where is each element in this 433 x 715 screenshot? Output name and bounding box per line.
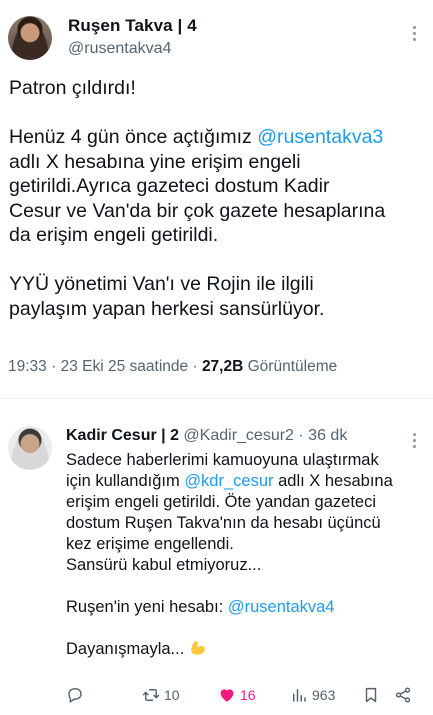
text-segment: adlı X hesabına	[273, 472, 393, 490]
bookmark-icon	[365, 687, 377, 703]
text-line: paylaşım yapan herkesi sansürlüyor.	[9, 297, 424, 322]
text-segment: Cesur ve Van'da bir çok gazete hesapları…	[9, 199, 386, 222]
text-line: erişim engeli getirildi. Öte yandan gaze…	[66, 492, 422, 513]
text-line: Ruşen'in yeni hesabı: @rusentakva4	[66, 597, 422, 618]
retweet-count: 10	[164, 687, 180, 703]
text-segment: paylaşım yapan herkesi sansürlüyor.	[9, 297, 325, 320]
text-segment: Sansürü kabul etmiyoruz...	[66, 556, 262, 574]
reply-actions: 10 16 963	[66, 686, 422, 710]
text-line: adlı X hesabına yine erişim engeli	[9, 150, 424, 175]
heart-icon	[220, 689, 234, 702]
text-segment: Ruşen'in yeni hesabı:	[66, 598, 228, 616]
views-button[interactable]: 963	[290, 686, 335, 704]
text-line: dostum Ruşen Takva'nın da hesabı üçüncü	[66, 513, 422, 534]
reply-age[interactable]: 36 dk	[308, 427, 347, 444]
reply-separator: ·	[298, 427, 304, 444]
text-segment: Dayanışmayla...	[66, 640, 189, 658]
author-name[interactable]: Ruşen Takva | 4	[68, 16, 197, 36]
text-line: Patron çıldırdı!	[9, 76, 424, 101]
text-line: getirildi.Ayrıca gazeteci dostum Kadir	[9, 174, 424, 199]
like-button[interactable]: 16	[218, 686, 256, 704]
retweet-button[interactable]: 10	[142, 686, 180, 704]
share-icon	[395, 687, 411, 703]
text-segment: için kullandığım	[66, 472, 185, 490]
reply-author-name[interactable]: Kadir Cesur | 2	[66, 427, 179, 444]
text-line: Henüz 4 gün önce açtığımız @rusentakva3	[9, 125, 424, 150]
text-segment: dostum Ruşen Takva'nın da hesabı üçüncü	[66, 514, 381, 532]
views-label: Görüntüleme	[247, 358, 338, 375]
reply-author-handle[interactable]: @Kadir_cesur2	[183, 427, 294, 444]
author-avatar[interactable]	[8, 16, 52, 60]
mention-link[interactable]: @rusentakva3	[257, 126, 383, 148]
like-count: 16	[240, 687, 256, 703]
meta-separator: ·	[192, 358, 198, 375]
views-count: 27,2B	[201, 358, 244, 375]
author-handle[interactable]: @rusentakva4	[68, 40, 171, 58]
text-segment: da erişim engeli getirildi.	[9, 224, 219, 246]
text-line: Cesur ve Van'da bir çok gazete hesapları…	[9, 199, 424, 224]
flexed-biceps-icon	[191, 641, 205, 655]
text-line: Dayanışmayla...	[66, 639, 422, 660]
text-segment: adlı X hesabına yine erişim engeli	[9, 150, 301, 173]
reply-button[interactable]	[66, 686, 88, 704]
text-line: kez erişime engellendi.	[66, 534, 422, 555]
share-button[interactable]	[394, 686, 412, 704]
reply-text: Sadece haberlerimi kamuoyuna ulaştırmak i…	[66, 450, 422, 660]
text-line: YYÜ yönetimi Van'ı ve Rojin ile ilgili	[9, 272, 424, 297]
reply-icon	[68, 688, 82, 704]
text-line: Sansürü kabul etmiyoruz...	[66, 555, 422, 576]
tweet-time[interactable]: 19:33	[8, 358, 47, 375]
text-segment: YYÜ yönetimi Van'ı ve Rojin ile ilgili	[9, 273, 314, 295]
text-segment: Sadece haberlerimi kamuoyuna ulaştırmak	[66, 451, 379, 469]
text-segment: Henüz 4 gün önce açtığımız	[9, 126, 258, 148]
text-line: için kullandığım @kdr_cesur adlı X hesab…	[66, 471, 422, 492]
tweet-date[interactable]: 23 Eki 25 saatinde	[61, 358, 189, 375]
reply-avatar[interactable]	[8, 426, 52, 470]
text-segment: getirildi.Ayrıca gazeteci dostum Kadir	[9, 175, 330, 197]
text-segment: kez erişime engellendi.	[66, 535, 234, 553]
bookmark-button[interactable]	[362, 686, 380, 704]
mention-link[interactable]: @kdr_cesur	[184, 472, 273, 490]
divider	[0, 398, 433, 399]
text-line: da erişim engeli getirildi.	[9, 223, 424, 248]
tweet-text: Patron çıldırdı! Henüz 4 gün önce açtığım…	[9, 76, 424, 321]
meta-separator: ·	[51, 358, 57, 375]
text-segment: erişim engeli getirildi. Öte yandan gaze…	[66, 493, 376, 511]
reply-views-count: 963	[312, 687, 336, 703]
tweet-meta: 19:33 · 23 Eki 25 saatinde · 27,2B Görün…	[8, 358, 337, 376]
text-line: Sadece haberlerimi kamuoyuna ulaştırmak	[66, 450, 422, 471]
bar-chart-icon	[293, 689, 306, 702]
reply-more-options-icon[interactable]	[411, 433, 417, 448]
more-options-icon[interactable]	[411, 26, 417, 41]
mention-link[interactable]: @rusentakva4	[228, 598, 335, 616]
text-segment: Patron çıldırdı!	[9, 77, 136, 99]
reply-header: Kadir Cesur | 2 @Kadir_cesur2 · 36 dk	[66, 427, 347, 445]
retweet-icon	[142, 689, 160, 701]
